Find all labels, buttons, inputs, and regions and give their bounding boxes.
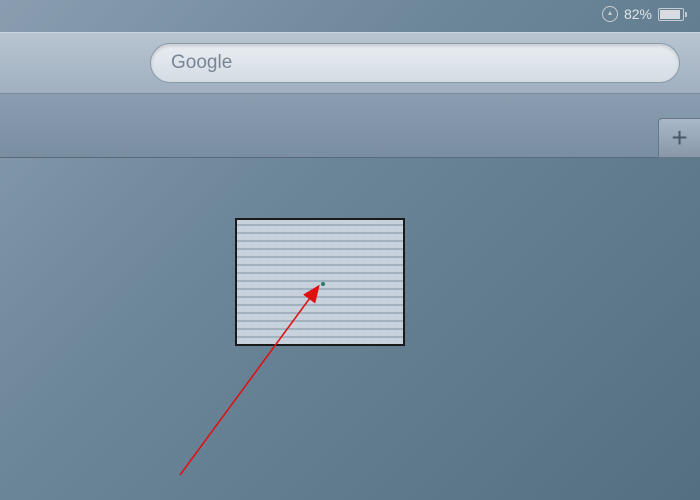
sync-icon <box>602 6 618 22</box>
battery-percent: 82% <box>624 6 652 22</box>
add-tab-button[interactable]: + <box>658 118 700 158</box>
status-bar: 82% <box>602 0 700 28</box>
zoom-overlay <box>235 218 405 346</box>
battery-icon <box>658 8 684 21</box>
battery-fill <box>660 10 680 19</box>
search-placeholder: Google <box>171 52 232 74</box>
plus-icon: + <box>671 122 687 154</box>
dead-pixel-marker <box>321 282 325 286</box>
browser-toolbar: Google <box>0 32 700 94</box>
tab-strip <box>0 94 700 158</box>
search-input[interactable]: Google <box>150 43 680 83</box>
